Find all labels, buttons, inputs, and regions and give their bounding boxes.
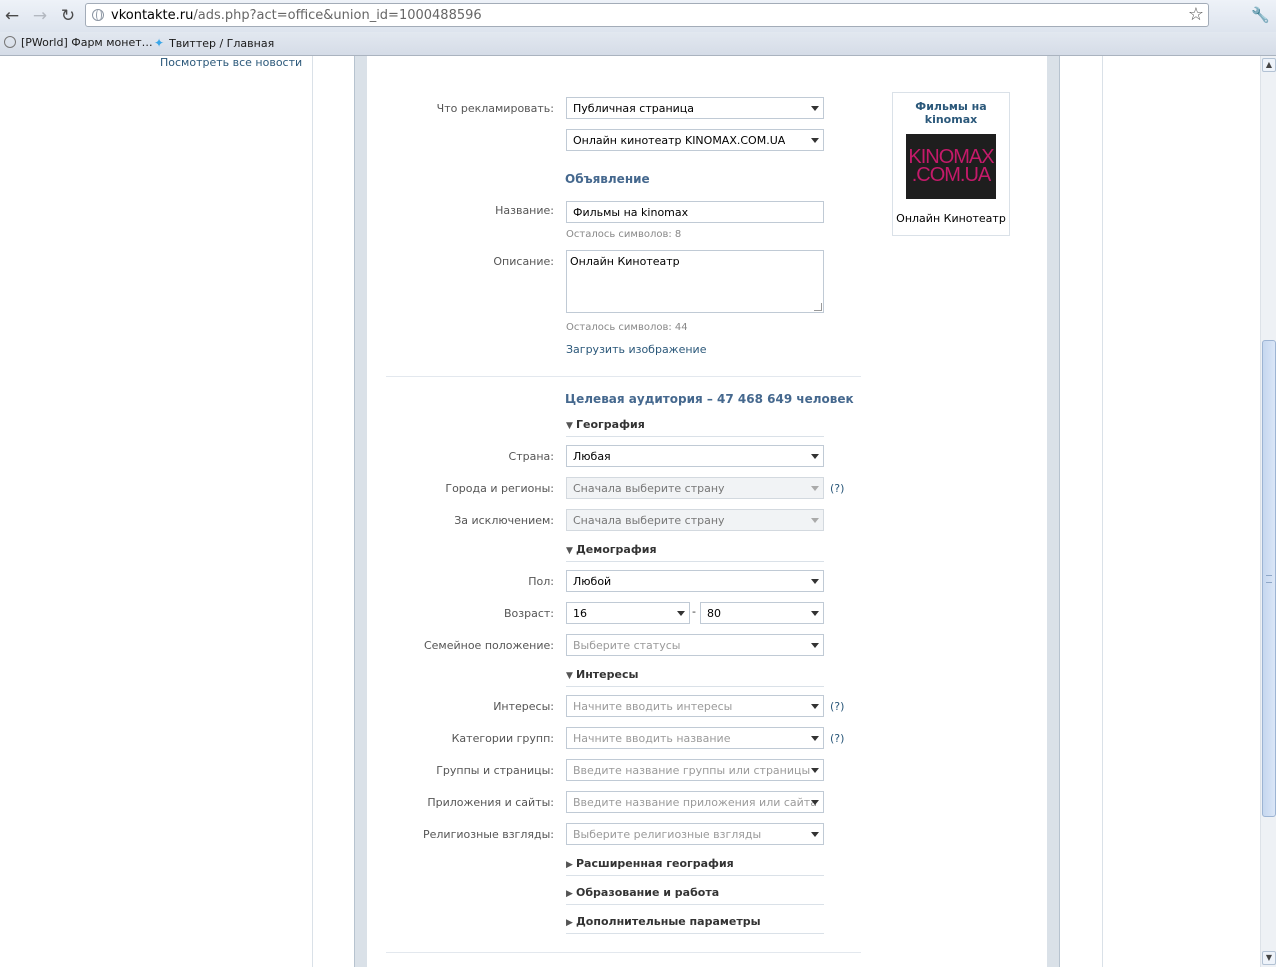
apps-select[interactable]: Введите название приложения или сайта [566,791,824,813]
bookmarks-bar: [PWorld] Фарм монет… ✦ Твиттер / Главная [0,32,1276,56]
ad-title-input[interactable]: Фильмы на kinomax [566,201,824,223]
dropdown-arrow-icon [811,768,819,773]
ad-description-textarea[interactable]: Онлайн Кинотеатр [566,250,824,313]
preview-image[interactable]: KINOMAX .COM.UA [906,134,996,199]
description-label: Описание: [493,255,554,268]
geography-toggle[interactable]: ▼ География [566,418,824,437]
apps-label: Приложения и сайты: [427,796,554,809]
education-work-toggle[interactable]: ▶ Образование и работа [566,886,824,905]
collapsed-triangle-icon: ▶ [566,918,573,928]
column-divider-right [1102,56,1103,967]
age-separator: - [692,605,696,618]
bookmark-pworld[interactable]: [PWorld] Фарм монет… [4,36,153,49]
groups-select[interactable]: Введите название группы или страницы [566,759,824,781]
bookmark-twitter[interactable]: ✦ Твиттер / Главная [154,36,274,50]
sex-label: Пол: [528,575,554,588]
advertise-object-select[interactable]: Онлайн кинотеатр KINOMAX.COM.UA [566,129,824,151]
title-label: Название: [495,204,554,217]
scroll-down-icon[interactable]: ▼ [1262,951,1276,965]
dropdown-arrow-icon [677,611,685,616]
marital-select[interactable]: Выберите статусы [566,634,824,656]
page-content: Посмотреть все новости Что рекламировать… [0,56,1260,967]
advertise-label: Что рекламировать: [436,102,554,115]
group-categories-select[interactable]: Начните вводить название [566,727,824,749]
interests-help-link[interactable]: (?) [830,700,844,713]
scrollbar-thumb[interactable] [1262,340,1276,817]
country-select[interactable]: Любая [566,445,824,467]
dropdown-arrow-icon [811,579,819,584]
address-bar[interactable]: vkontakte.ru/ads.php?act=office&union_id… [85,3,1209,27]
target-audience-title: Целевая аудитория – 47 468 649 человек [565,392,854,406]
upload-image-link[interactable]: Загрузить изображение [566,343,706,356]
age-to-select[interactable]: 80 [700,602,824,624]
scroll-grip-icon [1266,575,1272,583]
advertise-type-select[interactable]: Публичная страница [566,97,824,119]
dropdown-arrow-icon [811,486,819,491]
extended-geography-toggle[interactable]: ▶ Расширенная география [566,857,824,876]
section-divider [386,952,861,953]
dropdown-arrow-icon [811,138,819,143]
marital-label: Семейное положение: [423,639,554,652]
bookmark-star-icon[interactable]: ☆ [1188,4,1204,25]
section-divider [386,376,861,377]
page-globe-icon [92,9,104,21]
extra-params-toggle[interactable]: ▶ Дополнительные параметры [566,915,824,934]
dropdown-arrow-icon [811,800,819,805]
expanded-triangle-icon: ▼ [566,546,573,556]
browser-toolbar: ← → ↻ vkontakte.ru/ads.php?act=office&un… [0,0,1276,32]
dropdown-arrow-icon [811,736,819,741]
dropdown-arrow-icon [811,832,819,837]
ad-preview[interactable]: Фильмы на kinomax KINOMAX .COM.UA Онлайн… [892,92,1010,236]
collapsed-triangle-icon: ▶ [566,889,573,899]
except-select[interactable]: Сначала выберите страну [566,509,824,531]
cities-help-link[interactable]: (?) [830,482,844,495]
page-scrollbar[interactable]: ▲ ▼ [1260,56,1276,967]
resize-grip-icon[interactable] [814,303,822,311]
religion-label: Религиозные взгляды: [423,828,554,841]
globe-icon [4,36,16,48]
url-text[interactable]: vkontakte.ru/ads.php?act=office&union_id… [111,8,482,23]
religion-select[interactable]: Выберите религиозные взгляды [566,823,824,845]
expanded-triangle-icon: ▼ [566,671,573,681]
wrench-menu-icon[interactable]: 🔧 [1251,6,1270,24]
interests-select[interactable]: Начните вводить интересы [566,695,824,717]
preview-title[interactable]: Фильмы на kinomax [893,100,1009,126]
groups-label: Группы и страницы: [436,764,554,777]
group-categories-help-link[interactable]: (?) [830,732,844,745]
cities-label: Города и регионы: [445,482,554,495]
back-arrow-icon[interactable]: ← [0,4,24,28]
except-label: За исключением: [454,514,554,527]
all-news-link[interactable]: Посмотреть все новости [160,56,302,69]
interests-toggle[interactable]: ▼ Интересы [566,668,824,687]
forward-arrow-icon[interactable]: → [28,4,52,28]
collapsed-triangle-icon: ▶ [566,860,573,870]
scroll-up-icon[interactable]: ▲ [1262,58,1276,72]
reload-icon[interactable]: ↻ [56,4,80,28]
age-label: Возраст: [503,607,554,620]
ad-section-title: Объявление [565,172,650,186]
sex-select[interactable]: Любой [566,570,824,592]
dropdown-arrow-icon [811,106,819,111]
twitter-bird-icon: ✦ [154,36,165,50]
cities-select[interactable]: Сначала выберите страну [566,477,824,499]
dropdown-arrow-icon [811,518,819,523]
country-label: Страна: [508,450,554,463]
column-divider-left [312,56,313,967]
demography-toggle[interactable]: ▼ Демография [566,543,824,562]
description-remaining: Осталось символов: 44 [566,322,688,333]
preview-description: Онлайн Кинотеатр [896,212,1006,225]
dropdown-arrow-icon [811,454,819,459]
age-from-select[interactable]: 16 [566,602,690,624]
dropdown-arrow-icon [811,704,819,709]
kinomax-logo: KINOMAX .COM.UA [908,146,994,186]
dropdown-arrow-icon [811,611,819,616]
dropdown-arrow-icon [811,643,819,648]
group-categories-label: Категории групп: [451,732,554,745]
expanded-triangle-icon: ▼ [566,421,573,431]
title-remaining: Осталось символов: 8 [566,229,682,240]
interests-label: Интересы: [493,700,554,713]
